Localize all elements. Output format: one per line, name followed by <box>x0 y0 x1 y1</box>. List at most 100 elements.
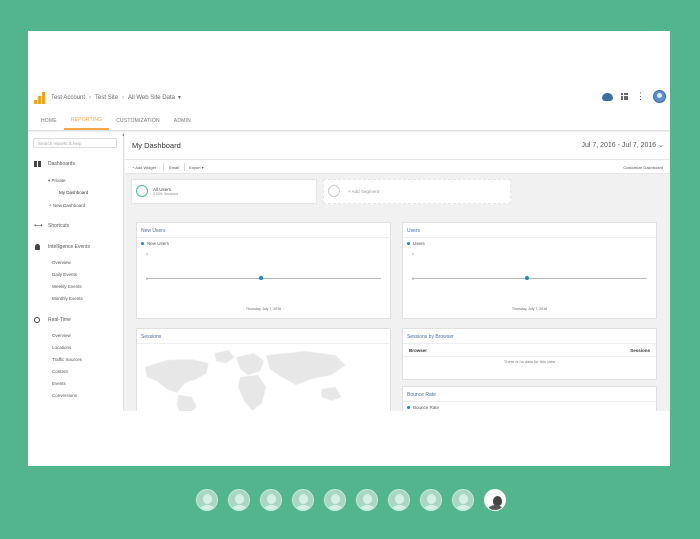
divider <box>403 237 656 238</box>
sidebar-item-private[interactable]: ▾ Private <box>48 178 66 184</box>
chart-legend: Bounce Rate <box>407 405 439 410</box>
widget-new-users: New Users New Users 1 0 Thursday, July 7… <box>136 222 391 319</box>
chevron-right-icon: › <box>89 95 92 101</box>
world-map[interactable] <box>137 345 390 411</box>
sidebar-item-my-dashboard[interactable]: My Dashboard <box>59 190 88 195</box>
avatar[interactable] <box>260 489 282 511</box>
search-placeholder: Search reports & help <box>38 140 82 146</box>
divider <box>184 163 185 171</box>
sidebar-item-dashboards[interactable]: Dashboards <box>34 161 75 167</box>
avatar[interactable] <box>292 489 314 511</box>
customize-dashboard-button[interactable]: Customize Dashboard <box>623 165 663 170</box>
notifications-icon[interactable] <box>602 92 613 101</box>
sidebar-item-real-time[interactable]: Real-Time <box>34 317 71 323</box>
export-button[interactable]: Export ▾ <box>189 165 204 170</box>
sidebar-item-daily-events[interactable]: Daily Events <box>52 272 77 277</box>
apps-grid-icon[interactable] <box>621 93 628 100</box>
widget-sessions-by-browser: Sessions by Browser Browser Sessions The… <box>402 328 657 380</box>
data-point[interactable] <box>259 276 263 280</box>
sidebar-item-rt-overview[interactable]: Overview <box>52 333 71 338</box>
dashboard-action-bar: + Add Widget Email Export ▾ Customize Da… <box>125 160 670 174</box>
tab-reporting[interactable]: REPORTING <box>63 111 110 130</box>
account-breadcrumb[interactable]: Test Account › Test Site › All Web Site … <box>51 95 182 101</box>
sidebar-item-weekly-events[interactable]: Weekly Events <box>52 284 82 289</box>
date-range-picker[interactable]: Jul 7, 2016 - Jul 7, 2016 ⌄ <box>581 141 664 149</box>
widget-title[interactable]: Sessions by Browser <box>407 334 454 340</box>
divider <box>403 343 656 344</box>
more-vert-icon[interactable]: ⋮ <box>636 92 645 101</box>
slide-avatar-row <box>196 489 506 511</box>
sidebar-item-monthly-events[interactable]: Monthly Events <box>52 296 83 301</box>
divider <box>137 237 390 238</box>
avatar[interactable] <box>452 489 474 511</box>
screenshot-card: Test Account › Test Site › All Web Site … <box>28 31 670 466</box>
dashboard-grid-icon <box>34 161 41 167</box>
data-point[interactable] <box>525 276 529 280</box>
chart-legend: New Users <box>141 241 169 246</box>
segment-circle-icon <box>328 185 340 197</box>
widget-sessions: Sessions <box>136 328 391 411</box>
divider <box>137 343 390 344</box>
tab-admin[interactable]: ADMIN <box>167 111 198 130</box>
sidebar-item-traffic-sources[interactable]: Traffic Sources <box>52 357 82 362</box>
sidebar-item-label: Real-Time <box>48 317 71 323</box>
collapse-sidebar-icon[interactable]: ◂ <box>122 132 124 137</box>
analytics-app: Test Account › Test Site › All Web Site … <box>28 85 670 411</box>
sidebar-item-conversions[interactable]: Conversions <box>52 393 77 398</box>
page-title: My Dashboard <box>132 141 181 150</box>
breadcrumb-view[interactable]: All Web Site Data <box>128 95 175 101</box>
y-tick-top: 1 <box>146 252 148 256</box>
sidebar-item-events[interactable]: Events <box>52 381 66 386</box>
tab-customization[interactable]: CUSTOMIZATION <box>109 111 167 130</box>
add-segment-button[interactable]: + Add Segment <box>323 179 511 204</box>
sidebar-item-new-dashboard[interactable]: + New Dashboard <box>49 203 85 208</box>
main-tabs: HOME REPORTING CUSTOMIZATION ADMIN <box>28 111 670 131</box>
divider <box>403 401 656 402</box>
column-header-browser[interactable]: Browser <box>409 348 427 353</box>
sidebar-item-label: Dashboards <box>48 161 75 167</box>
avatar[interactable] <box>356 489 378 511</box>
email-button[interactable]: Email <box>169 165 179 170</box>
y-tick-top: 1 <box>412 252 414 256</box>
avatar[interactable] <box>324 489 346 511</box>
column-header-sessions[interactable]: Sessions <box>630 348 650 353</box>
segment-circle-icon <box>136 185 148 197</box>
lightbulb-icon <box>35 244 40 250</box>
sidebar-item-intelligence-events[interactable]: Intelligence Events <box>34 244 90 250</box>
sidebar-item-label: Intelligence Events <box>48 244 90 250</box>
avatar[interactable] <box>388 489 410 511</box>
breadcrumb-account[interactable]: Test Account <box>51 95 85 101</box>
widget-bounce-rate: Bounce Rate Bounce Rate <box>402 386 657 411</box>
empty-state-message: There is no data for this view <box>503 359 556 364</box>
widget-title[interactable]: New Users <box>141 228 165 234</box>
x-axis-label: Thursday, July 7, 2016 <box>511 307 548 311</box>
segment-percentage: 0.00% Sessions <box>153 192 179 196</box>
shortcuts-icon: ⟷ <box>34 223 43 229</box>
segment-all-users[interactable]: All Users 0.00% Sessions <box>131 179 317 204</box>
sidebar-item-overview[interactable]: Overview <box>52 260 71 265</box>
divider <box>163 163 164 171</box>
legend-dot <box>141 242 144 245</box>
legend-dot <box>407 406 410 409</box>
clock-icon <box>34 317 40 323</box>
avatar[interactable] <box>196 489 218 511</box>
avatar[interactable] <box>228 489 250 511</box>
widget-title[interactable]: Bounce Rate <box>407 392 436 398</box>
widget-title[interactable]: Sessions <box>141 334 161 340</box>
sidebar-item-locations[interactable]: Locations <box>52 345 71 350</box>
sidebar-item-shortcuts[interactable]: ⟷ Shortcuts <box>34 223 69 229</box>
avatar-current[interactable] <box>484 489 506 511</box>
x-axis-line <box>146 278 381 279</box>
legend-label: Bounce Rate <box>413 405 440 410</box>
breadcrumb-property[interactable]: Test Site <box>95 95 118 101</box>
add-widget-button[interactable]: + Add Widget <box>132 165 156 170</box>
tab-home[interactable]: HOME <box>34 111 64 130</box>
top-icons: ⋮ <box>602 90 666 103</box>
search-input[interactable]: Search reports & help <box>33 138 117 148</box>
caret-down-icon[interactable]: ▼ <box>177 95 182 101</box>
analytics-logo-icon[interactable] <box>34 92 46 104</box>
sidebar-item-content[interactable]: Content <box>52 369 68 374</box>
widget-title[interactable]: Users <box>407 228 420 234</box>
user-avatar[interactable] <box>653 90 666 103</box>
avatar[interactable] <box>420 489 442 511</box>
